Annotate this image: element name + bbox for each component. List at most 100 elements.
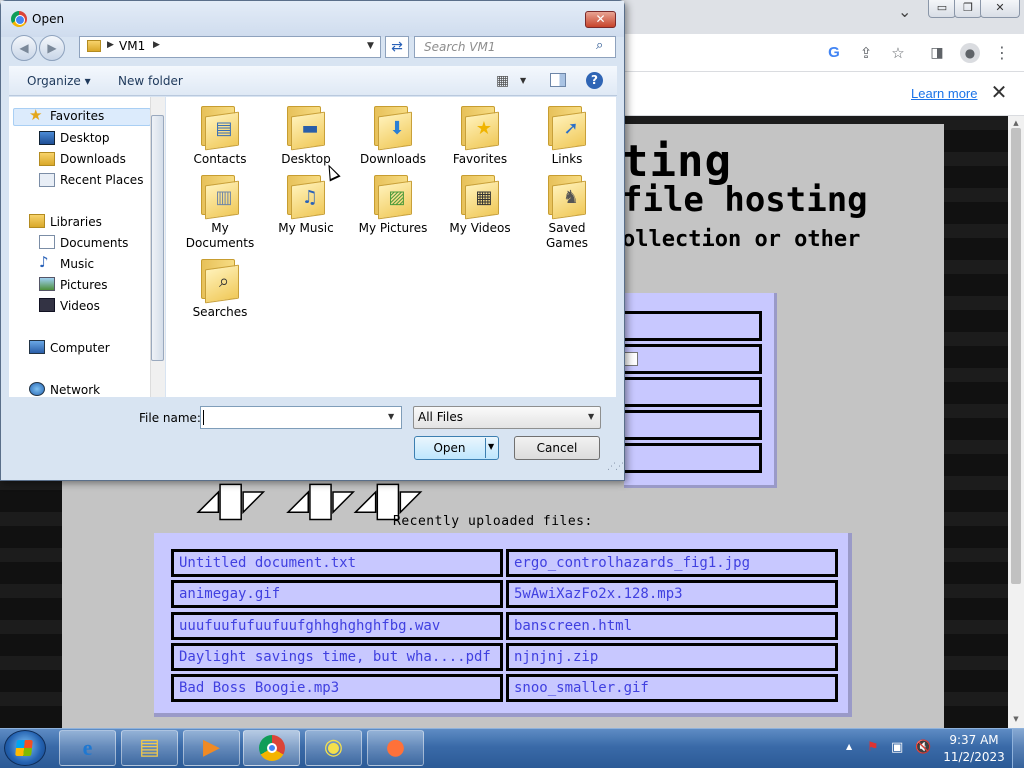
preview-pane-icon[interactable] bbox=[550, 73, 566, 87]
breadcrumb-separator-icon[interactable]: ▶ bbox=[153, 40, 160, 50]
folder-item[interactable]: ⬇ Downloads bbox=[354, 104, 432, 167]
recent-file-link[interactable]: njnjnj.zip bbox=[506, 643, 838, 671]
tray-expand-icon[interactable]: ▲ bbox=[846, 742, 852, 751]
network-tray-icon[interactable]: ▣ bbox=[891, 740, 903, 755]
menu-icon[interactable]: ⋮ bbox=[993, 44, 1011, 62]
nav-computer[interactable]: Computer bbox=[50, 341, 110, 355]
nav-network[interactable]: Network bbox=[50, 383, 100, 397]
nav-pictures[interactable]: Pictures bbox=[60, 278, 108, 292]
internet-explorer-icon[interactable]: e bbox=[59, 730, 116, 766]
form-field-5[interactable] bbox=[624, 443, 762, 473]
view-dropdown-icon[interactable]: ▼ bbox=[520, 76, 526, 85]
nav-libraries[interactable]: Libraries bbox=[50, 215, 102, 229]
recent-file-link[interactable]: Untitled document.txt bbox=[171, 549, 503, 577]
breadcrumb-location[interactable]: VM1 bbox=[119, 39, 145, 53]
learn-more-link[interactable]: Learn more bbox=[911, 86, 977, 101]
open-button[interactable]: Open bbox=[414, 436, 499, 460]
cancel-button[interactable]: Cancel bbox=[514, 436, 600, 460]
folder-label: Contacts bbox=[193, 152, 247, 166]
documents-icon: ▥ bbox=[199, 173, 241, 220]
browser-close-button[interactable]: ✕ bbox=[980, 0, 1020, 18]
refresh-icon[interactable]: ⇄ bbox=[385, 36, 409, 58]
address-dropdown-icon[interactable]: ▼ bbox=[367, 41, 374, 51]
star-icon[interactable]: ☆ bbox=[889, 44, 907, 62]
scroll-down-icon[interactable]: ▼ bbox=[1011, 714, 1021, 724]
videos-icon: ▦ bbox=[459, 173, 501, 220]
recent-file-link[interactable]: ergo_controlhazards_fig1.jpg bbox=[506, 549, 838, 577]
back-arrow-icon[interactable]: ◀ bbox=[11, 35, 37, 61]
recent-file-link[interactable]: uuufuufufuufuufghhghghghfbg.wav bbox=[171, 612, 503, 640]
folder-item[interactable]: ♫ My Music bbox=[267, 173, 345, 236]
search-icon[interactable]: ⌕ bbox=[596, 38, 603, 53]
media-player-icon[interactable]: ▶ bbox=[183, 730, 240, 766]
volume-muted-icon[interactable]: 🔇 bbox=[915, 740, 931, 755]
tab-strip-chevron[interactable]: ⌄ bbox=[898, 2, 911, 21]
dialog-close-button[interactable]: ✕ bbox=[585, 11, 616, 28]
recent-file-link[interactable]: Daylight savings time, but wha....pdf bbox=[171, 643, 503, 671]
nav-recent-places[interactable]: Recent Places bbox=[60, 173, 143, 187]
browser-minimize-button[interactable]: ▭ bbox=[928, 0, 956, 18]
recent-file-link[interactable]: snoo_smaller.gif bbox=[506, 674, 838, 702]
scroll-up-icon[interactable]: ▲ bbox=[1011, 118, 1021, 128]
browser-restore-button[interactable]: ❐ bbox=[954, 0, 982, 18]
nav-videos[interactable]: Videos bbox=[60, 299, 100, 313]
folder-item[interactable]: ➚ Links bbox=[528, 104, 606, 167]
infobar-close-icon[interactable]: ✕ bbox=[990, 82, 1008, 102]
recent-files-label: Recently uploaded files: bbox=[393, 514, 593, 529]
file-type-dropdown-icon[interactable]: ▼ bbox=[588, 412, 594, 421]
file-type-select[interactable]: All Files bbox=[413, 406, 601, 429]
organize-button[interactable]: Organize ▾ bbox=[27, 74, 91, 88]
form-field-4[interactable] bbox=[624, 410, 762, 440]
folder-item[interactable]: ★ Favorites bbox=[441, 104, 519, 167]
folder-item[interactable]: ▬ Desktop bbox=[267, 104, 345, 167]
desktop-screen: ⌄ ▭ ❐ ✕ G ⇪ ☆ ◨ ● ⋮ Learn more ✕ ▲ ▼ tin… bbox=[0, 0, 1024, 768]
nav-scroll-thumb[interactable] bbox=[151, 115, 164, 361]
recent-file-link[interactable]: 5wAwiXazFo2x.128.mp3 bbox=[506, 580, 838, 608]
folder-item[interactable]: ▤ Contacts bbox=[181, 104, 259, 167]
nav-documents[interactable]: Documents bbox=[60, 236, 128, 250]
folder-item[interactable]: ▨ My Pictures bbox=[354, 173, 432, 236]
open-dropdown-icon[interactable]: ▼ bbox=[488, 442, 494, 451]
folder-item[interactable]: ⌕ Searches bbox=[181, 257, 259, 320]
nav-music[interactable]: Music bbox=[60, 257, 94, 271]
show-desktop-button[interactable] bbox=[1012, 729, 1024, 768]
sidebar-icon[interactable]: ◨ bbox=[928, 44, 946, 62]
folder-item[interactable]: ♞ Saved Games bbox=[528, 173, 606, 251]
firefox-icon[interactable]: ● bbox=[367, 730, 424, 766]
form-field-1[interactable] bbox=[624, 311, 762, 341]
recent-file-link[interactable]: Bad Boss Boogie.mp3 bbox=[171, 674, 503, 702]
nav-favorites[interactable]: Favorites bbox=[50, 109, 104, 123]
remote-desktop-icon[interactable]: ◉ bbox=[305, 730, 362, 766]
flag-alert-icon[interactable]: ⚑ bbox=[867, 740, 879, 755]
share-icon[interactable]: ⇪ bbox=[857, 44, 875, 62]
recent-file-link[interactable]: animegay.gif bbox=[171, 580, 503, 608]
form-field-2[interactable] bbox=[624, 344, 762, 374]
computer-icon bbox=[29, 340, 45, 354]
help-icon[interactable]: ? bbox=[586, 72, 603, 89]
file-name-dropdown-icon[interactable]: ▼ bbox=[388, 412, 394, 421]
new-folder-button[interactable]: New folder bbox=[118, 74, 183, 88]
resize-grip-icon[interactable]: ⋰⋰ bbox=[607, 462, 624, 472]
breadcrumb-separator-icon[interactable]: ▶ bbox=[107, 40, 114, 50]
google-icon[interactable]: G bbox=[825, 44, 843, 62]
nav-downloads[interactable]: Downloads bbox=[60, 152, 126, 166]
change-view-icon[interactable]: ▦ bbox=[496, 73, 509, 89]
text-caret bbox=[203, 410, 204, 425]
file-name-input[interactable] bbox=[200, 406, 402, 429]
clock-time[interactable]: 9:37 AM bbox=[944, 733, 1004, 747]
downloads-folder-icon bbox=[39, 152, 55, 166]
folder-item[interactable]: ▥ My Documents bbox=[181, 173, 259, 251]
page-scroll-thumb[interactable] bbox=[1011, 128, 1021, 584]
forward-arrow-icon[interactable]: ▶ bbox=[39, 35, 65, 61]
nav-desktop[interactable]: Desktop bbox=[60, 131, 110, 145]
chrome-icon[interactable] bbox=[243, 730, 300, 766]
recent-file-link[interactable]: banscreen.html bbox=[506, 612, 838, 640]
contacts-icon: ▤ bbox=[199, 104, 241, 151]
clock-date[interactable]: 11/2/2023 bbox=[942, 750, 1006, 764]
profile-icon[interactable]: ● bbox=[960, 43, 980, 63]
form-checkbox[interactable] bbox=[624, 352, 638, 366]
folder-item[interactable]: ▦ My Videos bbox=[441, 173, 519, 236]
file-explorer-icon[interactable]: ▤ bbox=[121, 730, 178, 766]
star-icon: ★ bbox=[29, 106, 43, 124]
form-field-3[interactable] bbox=[624, 377, 762, 407]
